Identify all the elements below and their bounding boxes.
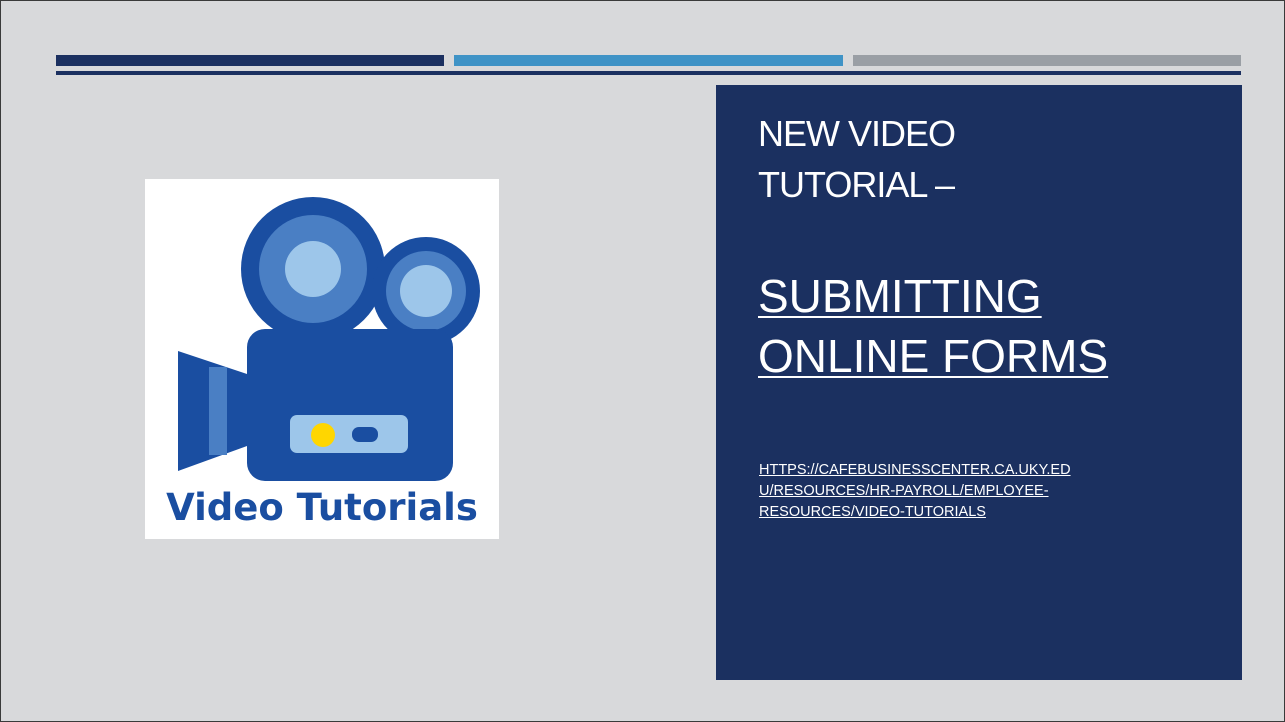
header-band-dark bbox=[56, 55, 444, 66]
slide: Video Tutorials NEW VIDEO TUTORIAL – SUB… bbox=[0, 0, 1285, 722]
url-link-line-3[interactable]: RESOURCES/VIDEO-TUTORIALS bbox=[759, 502, 986, 523]
header-band-blue bbox=[454, 55, 843, 66]
url-link-line-2[interactable]: U/RESOURCES/HR-PAYROLL/EMPLOYEE- bbox=[759, 481, 1049, 502]
video-camera-icon bbox=[178, 197, 480, 481]
video-tutorials-caption: Video Tutorials bbox=[166, 486, 478, 529]
heading-line-1: NEW VIDEO bbox=[758, 113, 956, 154]
header-rule bbox=[56, 71, 1241, 75]
header-band-gray bbox=[853, 55, 1241, 66]
info-panel: NEW VIDEO TUTORIAL – SUBMITTING ONLINE F… bbox=[716, 85, 1242, 680]
title-link-line-1[interactable]: SUBMITTING bbox=[758, 269, 1042, 323]
url-link-line-1[interactable]: HTTPS://CAFEBUSINESSCENTER.CA.UKY.ED bbox=[759, 460, 1071, 481]
heading-line-2: TUTORIAL – bbox=[758, 164, 955, 205]
video-tutorials-graphic: Video Tutorials bbox=[145, 179, 499, 539]
title-link-line-2[interactable]: ONLINE FORMS bbox=[758, 329, 1108, 383]
